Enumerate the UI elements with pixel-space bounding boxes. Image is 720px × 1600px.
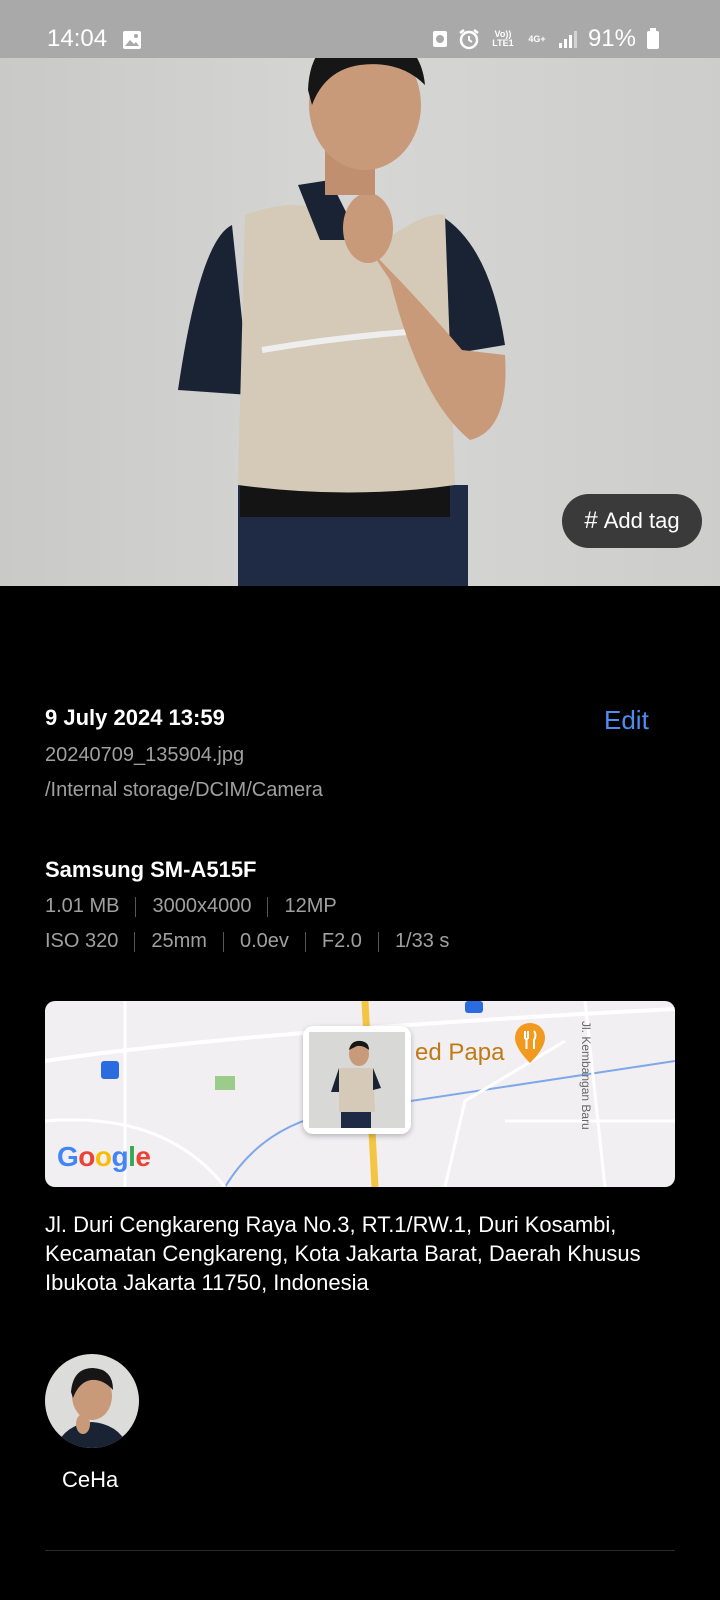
photo-preview[interactable]: # Add tag — [0, 0, 720, 586]
photo-date: 9 July 2024 13:59 — [45, 705, 225, 730]
person-avatar[interactable] — [45, 1354, 139, 1448]
storage-icon — [432, 31, 447, 47]
focal-length: 25mm — [151, 930, 207, 952]
map-place-label: ed Papa — [415, 1039, 505, 1066]
4g-icon: 4G+ — [528, 33, 546, 44]
divider — [304, 931, 306, 952]
battery-icon — [647, 28, 659, 49]
alarm-icon — [459, 29, 479, 50]
person-name[interactable]: CeHa — [62, 1467, 118, 1493]
file-specs: 1.01 MB 3000x4000 12MP — [45, 895, 337, 918]
file-size: 1.01 MB — [45, 895, 120, 917]
location-map[interactable]: ed Papa Jl. Kembangan Baru Google — [45, 1001, 675, 1187]
iso: ISO 320 — [45, 930, 119, 952]
divider — [135, 896, 137, 917]
google-logo: Google — [57, 1141, 151, 1172]
file-path: /Internal storage/DCIM/Camera — [45, 779, 323, 801]
camera-device: Samsung SM-A515F — [45, 857, 257, 882]
exposure-value: 0.0ev — [239, 930, 289, 952]
restaurant-pin-icon[interactable] — [515, 1023, 545, 1063]
signal-icon — [558, 31, 577, 48]
gallery-icon — [123, 31, 141, 49]
divider — [134, 931, 136, 952]
aperture: F2.0 — [321, 930, 362, 952]
thumbnail-person-illustration — [331, 1040, 381, 1128]
status-time: 14:04 — [47, 25, 108, 52]
add-tag-button[interactable]: # Add tag — [562, 494, 702, 548]
shutter-speed: 1/33 s — [394, 930, 450, 952]
volte-icon: Vo)) LTE1 — [492, 29, 514, 48]
location-address: Jl. Duri Cengkareng Raya No.3, RT.1/RW.1… — [45, 1212, 641, 1295]
map-photo-thumbnail — [309, 1032, 405, 1128]
camera-specs: ISO 320 25mm 0.0ev F2.0 1/33 s — [45, 930, 449, 953]
avatar-face-illustration — [55, 1368, 129, 1448]
status-icons: Vo)) LTE1 4G+ 91% — [432, 25, 660, 53]
file-name: 20240709_135904.jpg — [45, 744, 245, 766]
battery-percent: 91% — [587, 25, 636, 52]
resolution: 3000x4000 — [152, 895, 252, 917]
edit-details-button[interactable]: Edit — [604, 705, 649, 736]
divider — [377, 931, 379, 952]
add-tag-label: Add tag — [603, 508, 680, 533]
map-photo-pin[interactable] — [303, 1026, 411, 1134]
divider — [222, 931, 224, 952]
map-road-label: Jl. Kembangan Baru — [579, 1021, 593, 1130]
status-bar: 14:04 Vo)) LTE1 4G+ 91% — [0, 0, 720, 58]
hash-icon: # — [584, 507, 598, 534]
section-divider — [45, 1550, 675, 1551]
divider — [267, 896, 269, 917]
megapixels: 12MP — [284, 895, 337, 917]
